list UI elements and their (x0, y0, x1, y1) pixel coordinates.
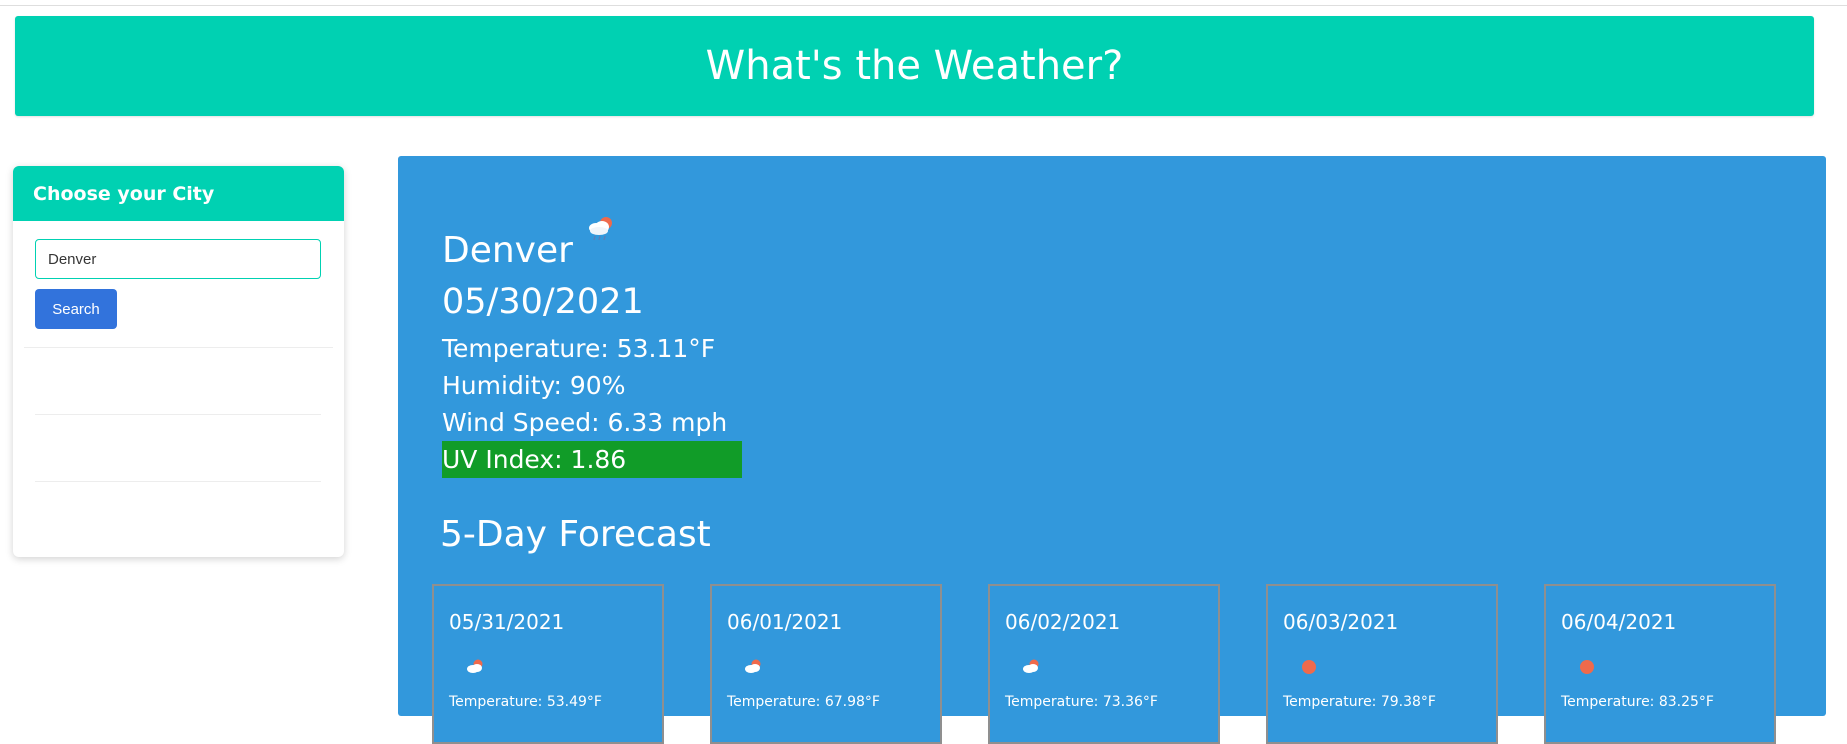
current-humidity: Humidity: 90% (442, 371, 626, 400)
current-temperature: Temperature: 53.11°F (442, 334, 716, 363)
forecast-temperature: Temperature: 79.38°F (1283, 694, 1436, 710)
history-divider (35, 414, 321, 415)
forecast-temperature: Temperature: 53.49°F (449, 694, 602, 710)
forecast-date: 06/02/2021 (1005, 610, 1121, 634)
current-wind-speed: Wind Speed: 6.33 mph (442, 408, 728, 437)
history-divider (24, 347, 333, 348)
current-city-name: Denver (442, 230, 573, 271)
city-card-title: Choose your City (33, 182, 215, 205)
current-date: 05/30/2021 (442, 282, 644, 322)
city-search-input[interactable] (35, 239, 321, 279)
forecast-card: 06/02/2021 Temperature: 73.36°F (988, 584, 1220, 744)
cloud-sun-icon (745, 659, 761, 673)
uv-index-badge: UV Index: 1.86 (442, 441, 742, 478)
sun-icon (1580, 660, 1594, 674)
forecast-temperature: Temperature: 83.25°F (1561, 694, 1714, 710)
city-card-header: Choose your City (13, 166, 344, 221)
page-title: What's the Weather? (705, 43, 1124, 89)
top-rule (0, 5, 1847, 6)
forecast-date: 06/03/2021 (1283, 610, 1399, 634)
history-divider (35, 481, 321, 482)
page-header: What's the Weather? (15, 16, 1814, 116)
forecast-card: 06/03/2021 Temperature: 79.38°F (1266, 584, 1498, 744)
city-search-card: Choose your City Search (13, 166, 344, 557)
forecast-date: 06/01/2021 (727, 610, 843, 634)
forecast-date: 05/31/2021 (449, 610, 565, 634)
cloud-sun-icon (467, 659, 483, 673)
cloud-rain-sun-icon (589, 217, 612, 241)
history-item[interactable] (35, 491, 321, 541)
weather-panel: Denver 05/30/2021 Temperature: 53.11°F H… (398, 156, 1826, 744)
forecast-card: 06/01/2021 Temperature: 67.98°F (710, 584, 942, 744)
history-item[interactable] (35, 357, 321, 407)
forecast-card: 05/31/2021 Temperature: 53.49°F (432, 584, 664, 744)
forecast-heading: 5-Day Forecast (440, 514, 711, 555)
sun-icon (1302, 660, 1316, 674)
forecast-date: 06/04/2021 (1561, 610, 1677, 634)
forecast-card: 06/04/2021 Temperature: 83.25°F (1544, 584, 1776, 744)
cloud-sun-icon (1023, 659, 1039, 673)
forecast-temperature: Temperature: 73.36°F (1005, 694, 1158, 710)
history-item[interactable] (35, 424, 321, 474)
forecast-temperature: Temperature: 67.98°F (727, 694, 880, 710)
search-button[interactable]: Search (35, 289, 117, 329)
